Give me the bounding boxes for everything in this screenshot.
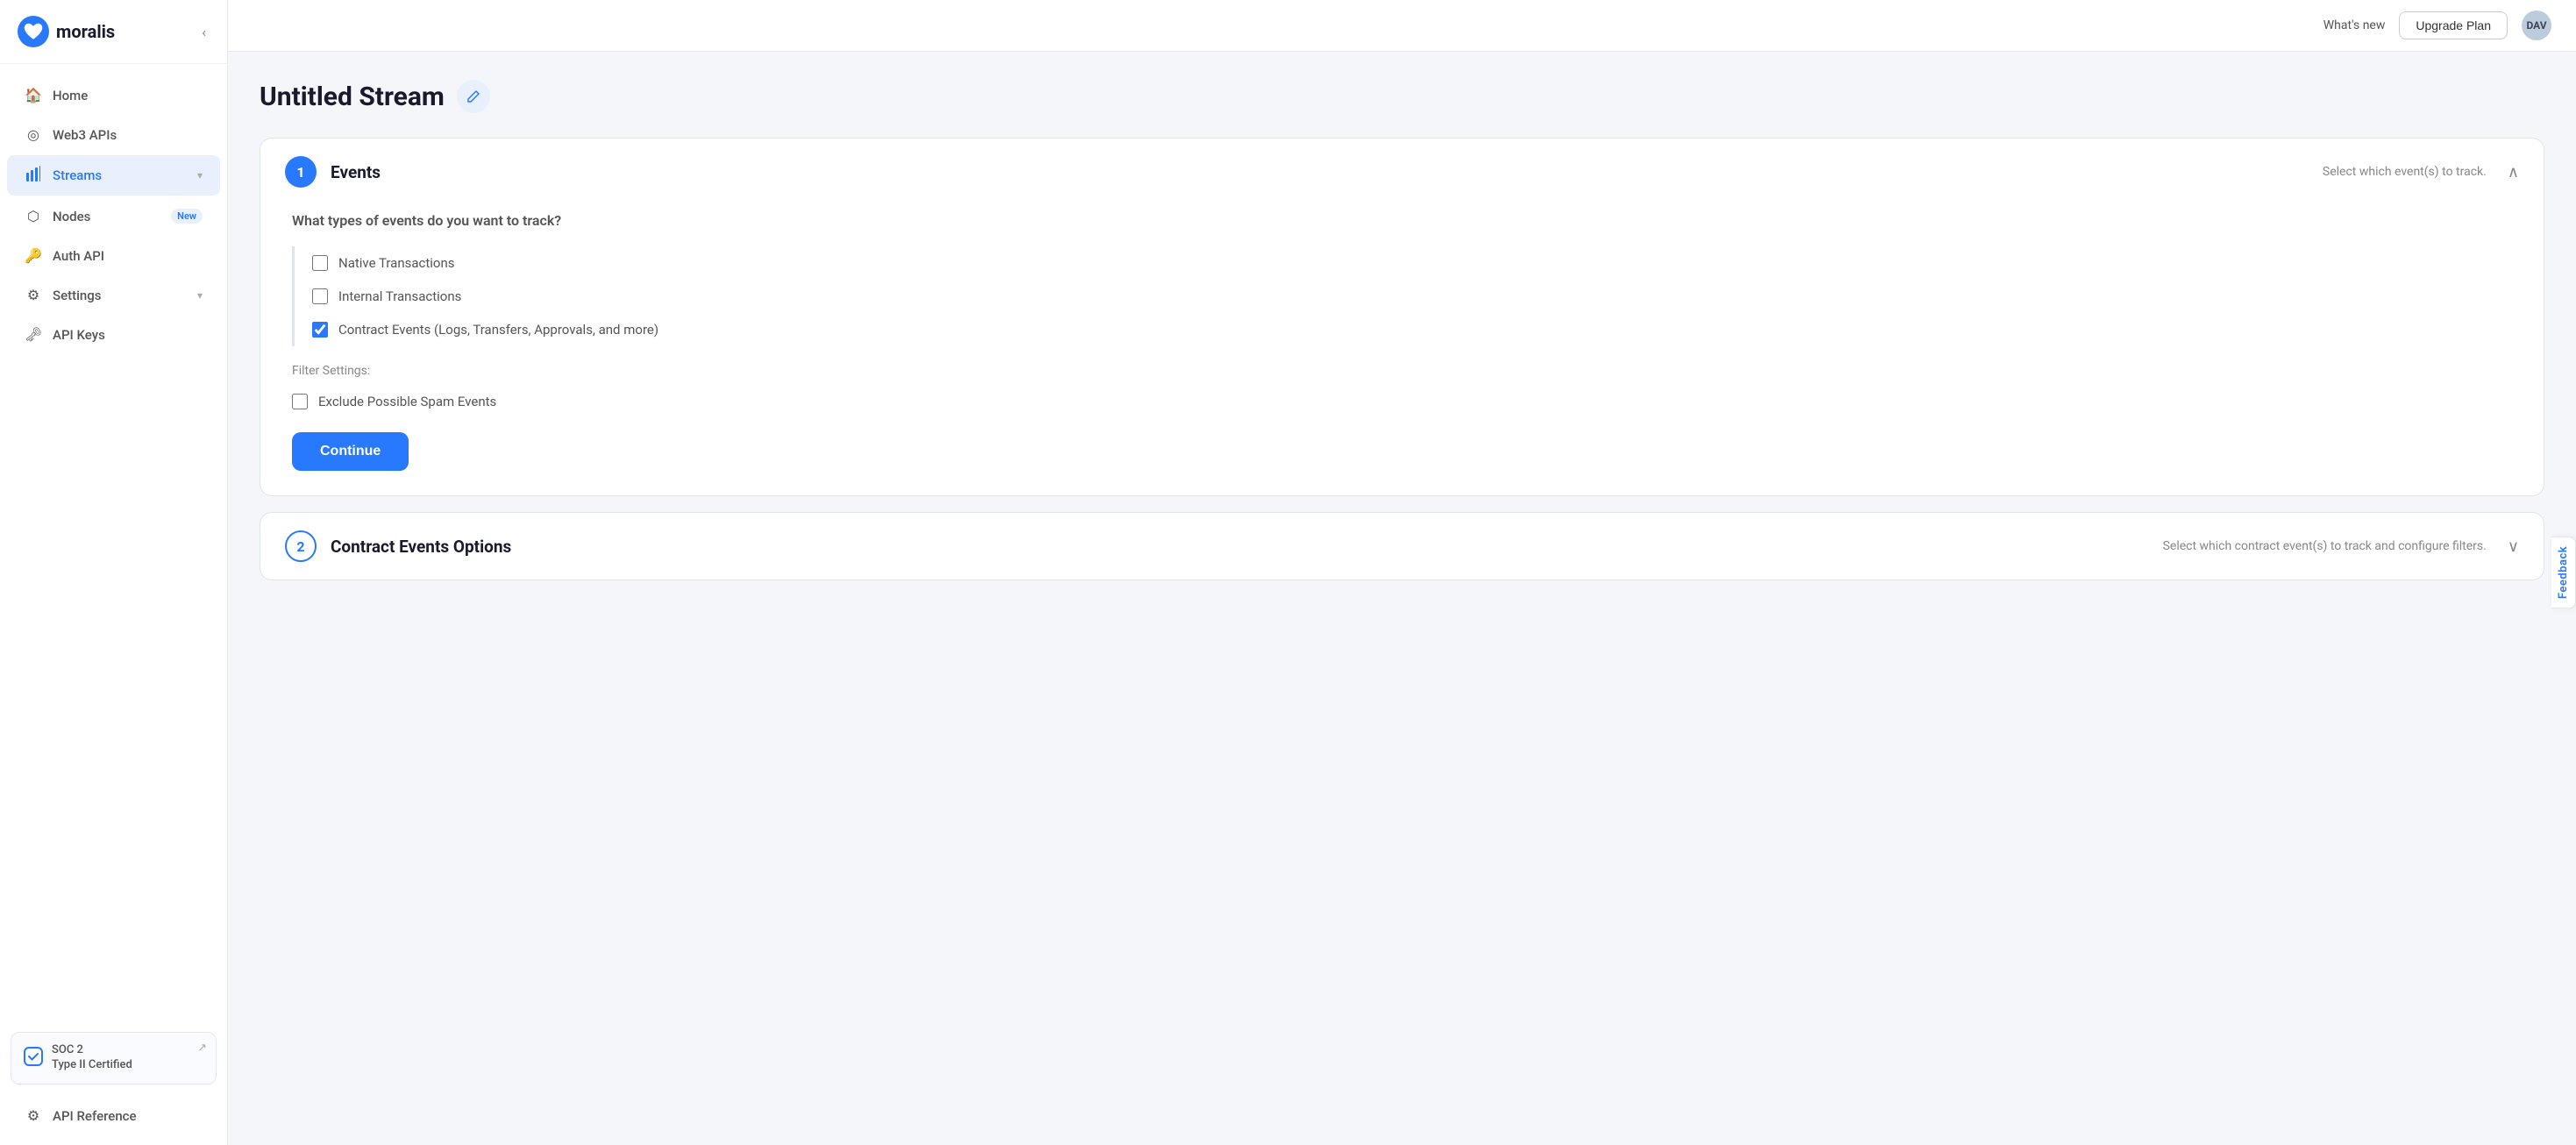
exclude-spam-label[interactable]: Exclude Possible Spam Events bbox=[318, 394, 496, 409]
internal-transactions-item: Internal Transactions bbox=[312, 280, 2519, 313]
native-transactions-label[interactable]: Native Transactions bbox=[338, 255, 455, 271]
events-card: 1 Events Select which event(s) to track.… bbox=[260, 138, 2544, 496]
chevron-down-icon: ▾ bbox=[197, 169, 203, 181]
sidebar-item-web3apis[interactable]: ◎ Web3 APIs bbox=[7, 116, 220, 153]
avatar[interactable]: DAV bbox=[2522, 11, 2551, 40]
page-content: Untitled Stream 1 Events Select which ev… bbox=[228, 52, 2576, 1145]
sidebar-nav: 🏠 Home ◎ Web3 APIs Streams ▾ ⬡ Nodes New bbox=[0, 64, 227, 1021]
apikeys-icon: 🗝 bbox=[25, 326, 42, 343]
whats-new-link[interactable]: What's new bbox=[2323, 18, 2386, 32]
feedback-tab-container: Feedback bbox=[2551, 537, 2576, 608]
filter-settings-label: Filter Settings: bbox=[292, 364, 2519, 378]
contract-events-card: 2 Contract Events Options Select which c… bbox=[260, 512, 2544, 580]
native-transactions-item: Native Transactions bbox=[312, 246, 2519, 280]
chevron-down-icon[interactable]: ∨ bbox=[2508, 537, 2519, 556]
sidebar-item-nodes[interactable]: ⬡ Nodes New bbox=[7, 197, 220, 235]
sidebar-item-streams[interactable]: Streams ▾ bbox=[7, 155, 220, 196]
soc2-title: SOC 2 bbox=[52, 1043, 132, 1058]
auth-icon: 🔑 bbox=[25, 247, 42, 264]
native-transactions-checkbox[interactable] bbox=[312, 255, 328, 271]
chevron-up-icon[interactable]: ∧ bbox=[2508, 163, 2519, 181]
spam-filter-item: Exclude Possible Spam Events bbox=[285, 387, 2519, 416]
step-number: 2 bbox=[296, 538, 304, 555]
events-card-body: What types of events do you want to trac… bbox=[260, 205, 2544, 495]
sidebar-logo-area: moralis ‹ bbox=[0, 0, 227, 64]
sidebar-item-label: Nodes bbox=[53, 209, 160, 224]
sidebar-item-home[interactable]: 🏠 Home bbox=[7, 76, 220, 114]
contract-events-card-title: Contract Events Options bbox=[331, 537, 2149, 557]
sidebar-item-label: Web3 APIs bbox=[53, 127, 203, 143]
sidebar-item-apikeys[interactable]: 🗝 API Keys bbox=[7, 316, 220, 353]
main-content: What's new Upgrade Plan DAV Untitled Str… bbox=[228, 0, 2576, 1145]
sidebar-collapse-button[interactable]: ‹ bbox=[198, 20, 210, 44]
sidebar-item-authapi[interactable]: 🔑 Auth API bbox=[7, 237, 220, 274]
step-number: 1 bbox=[296, 164, 304, 181]
chevron-down-icon: ▾ bbox=[197, 289, 203, 302]
logo-icon bbox=[18, 16, 49, 47]
sidebar-item-label: API Keys bbox=[53, 327, 203, 343]
events-card-title: Events bbox=[331, 162, 2309, 182]
sidebar-item-label: Settings bbox=[53, 288, 187, 303]
external-link-icon: ↗ bbox=[197, 1042, 207, 1055]
sidebar: moralis ‹ 🏠 Home ◎ Web3 APIs Streams ▾ bbox=[0, 0, 228, 1145]
exclude-spam-checkbox[interactable] bbox=[292, 394, 308, 409]
web3apis-icon: ◎ bbox=[25, 126, 42, 143]
contract-events-card-header: 2 Contract Events Options Select which c… bbox=[260, 513, 2544, 580]
edit-title-button[interactable] bbox=[457, 80, 490, 113]
events-card-subtitle: Select which event(s) to track. bbox=[2323, 165, 2487, 179]
home-icon: 🏠 bbox=[25, 87, 42, 103]
topbar: What's new Upgrade Plan DAV bbox=[228, 0, 2576, 52]
logo: moralis bbox=[18, 16, 115, 47]
sidebar-item-settings[interactable]: ⚙ Settings ▾ bbox=[7, 276, 220, 314]
contract-events-checkbox[interactable] bbox=[312, 322, 328, 338]
logo-text: moralis bbox=[56, 21, 115, 42]
step-2-badge: 2 bbox=[285, 530, 317, 562]
new-badge: New bbox=[171, 209, 203, 224]
upgrade-plan-button[interactable]: Upgrade Plan bbox=[2399, 11, 2508, 39]
soc2-text: SOC 2 Type II Certified bbox=[52, 1043, 132, 1073]
soc2-subtitle: Type II Certified bbox=[52, 1058, 132, 1073]
settings-icon: ⚙ bbox=[25, 287, 42, 303]
internal-transactions-checkbox[interactable] bbox=[312, 288, 328, 304]
feedback-button[interactable]: Feedback bbox=[2551, 537, 2576, 608]
soc2-banner[interactable]: SOC 2 Type II Certified ↗ bbox=[11, 1032, 217, 1085]
internal-transactions-label[interactable]: Internal Transactions bbox=[338, 288, 461, 304]
sidebar-item-apireference[interactable]: ⚙ API Reference bbox=[7, 1097, 220, 1134]
apireference-icon: ⚙ bbox=[25, 1107, 42, 1124]
page-title: Untitled Stream bbox=[260, 82, 445, 112]
sidebar-item-label: Auth API bbox=[53, 248, 203, 264]
event-type-list: Native Transactions Internal Transaction… bbox=[292, 246, 2519, 346]
contract-events-label[interactable]: Contract Events (Logs, Transfers, Approv… bbox=[338, 322, 658, 338]
sidebar-item-label: Streams bbox=[53, 167, 187, 183]
page-title-row: Untitled Stream bbox=[260, 80, 2544, 113]
sidebar-item-label: API Reference bbox=[53, 1108, 203, 1124]
contract-events-card-subtitle: Select which contract event(s) to track … bbox=[2163, 539, 2487, 553]
events-card-header: 1 Events Select which event(s) to track.… bbox=[260, 139, 2544, 205]
streams-icon bbox=[25, 166, 42, 185]
nodes-icon: ⬡ bbox=[25, 208, 42, 224]
sidebar-item-label: Home bbox=[53, 88, 203, 103]
step-1-badge: 1 bbox=[285, 156, 317, 188]
continue-button[interactable]: Continue bbox=[292, 432, 409, 471]
contract-events-item: Contract Events (Logs, Transfers, Approv… bbox=[312, 313, 2519, 346]
events-question: What types of events do you want to trac… bbox=[292, 212, 2519, 229]
soc2-icon bbox=[24, 1047, 43, 1070]
